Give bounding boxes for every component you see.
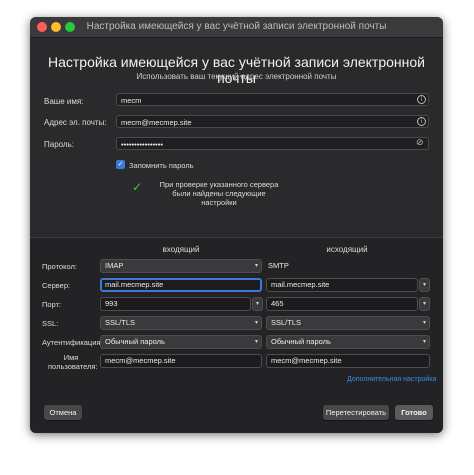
username-label: Имя пользователя: — [48, 353, 98, 371]
email-value: mecm@mecmep.site — [121, 118, 192, 127]
incoming-auth-select[interactable]: Обычный пароль ▾ — [100, 335, 262, 349]
outgoing-protocol-value: SMTP — [268, 261, 289, 270]
settings-found-notice: При проверке указанного сервера были най… — [159, 180, 279, 207]
remember-password-label: Запомнить пароль — [129, 161, 194, 170]
name-value: mecm — [121, 96, 142, 105]
outgoing-header: исходящий — [326, 245, 368, 254]
incoming-protocol-value: IMAP — [105, 261, 124, 270]
incoming-server-value: mail.mecmep.site — [105, 280, 164, 289]
advanced-settings-link[interactable]: Дополнительная настройка — [347, 376, 436, 383]
chevron-updown-icon: ▾ — [254, 338, 258, 345]
email-field[interactable]: mecm@mecmep.site — [116, 115, 429, 128]
outgoing-auth-value: Обычный пароль — [271, 337, 331, 346]
incoming-port-input[interactable]: 993 — [100, 297, 251, 311]
info-icon[interactable]: i — [417, 117, 426, 126]
email-label: Адрес эл. почты: — [44, 118, 107, 127]
incoming-server-input[interactable]: mail.mecmep.site — [100, 278, 262, 292]
outgoing-server-input[interactable]: mail.mecmep.site — [266, 278, 418, 292]
outgoing-username-input[interactable]: mecm@mecmep.site — [266, 354, 430, 368]
incoming-ssl-value: SSL/TLS — [105, 318, 136, 327]
chevron-updown-icon: ▾ — [422, 338, 426, 345]
ssl-label: SSL: — [42, 319, 59, 328]
page-title: Настройка имеющейся у вас учётной записи… — [48, 54, 425, 86]
incoming-port-value: 993 — [105, 299, 118, 308]
page-subtitle: Использовать ваш текущий адрес электронн… — [136, 72, 337, 81]
info-icon[interactable]: i — [417, 95, 426, 104]
chevron-updown-icon: ▾ — [422, 319, 426, 326]
chevron-updown-icon: ▾ — [254, 262, 258, 269]
retest-button[interactable]: Перетестировать — [323, 405, 389, 420]
outgoing-username-value: mecm@mecmep.site — [271, 356, 342, 365]
outgoing-port-input[interactable]: 465 — [266, 297, 418, 311]
title-bar: Настройка имеющейся у вас учётной записи… — [30, 17, 443, 38]
name-label: Ваше имя: — [44, 97, 84, 106]
incoming-ssl-select[interactable]: SSL/TLS ▾ — [100, 316, 262, 330]
outgoing-ssl-select[interactable]: SSL/TLS ▾ — [266, 316, 430, 330]
checkmark-icon: ✓ — [132, 180, 143, 194]
incoming-header: входящий — [162, 245, 200, 254]
password-field[interactable]: •••••••••••••••• — [116, 137, 429, 150]
password-label: Пароль: — [44, 140, 74, 149]
chevron-updown-icon[interactable]: ▾ — [419, 278, 430, 292]
remember-password-checkbox[interactable]: ✓ — [116, 160, 125, 169]
chevron-updown-icon: ▾ — [254, 319, 258, 326]
chevron-updown-icon[interactable]: ▾ — [252, 297, 263, 311]
auth-label: Аутентификация: — [42, 338, 103, 347]
incoming-protocol-select[interactable]: IMAP ▾ — [100, 259, 262, 273]
eye-slash-icon[interactable]: ⊘ — [416, 139, 424, 148]
name-field[interactable]: mecm — [116, 93, 429, 106]
account-setup-window: Настройка имеющейся у вас учётной записи… — [30, 17, 443, 433]
incoming-username-input[interactable]: mecm@mecmep.site — [100, 354, 262, 368]
window-title: Настройка имеющейся у вас учётной записи… — [86, 21, 387, 32]
outgoing-server-value: mail.mecmep.site — [271, 280, 330, 289]
incoming-auth-value: Обычный пароль — [105, 337, 165, 346]
chevron-updown-icon[interactable]: ▾ — [419, 297, 430, 311]
protocol-label: Протокол: — [42, 262, 77, 271]
incoming-username-value: mecm@mecmep.site — [105, 356, 176, 365]
password-value: •••••••••••••••• — [121, 140, 164, 149]
server-label: Сервер: — [42, 281, 71, 290]
outgoing-auth-select[interactable]: Обычный пароль ▾ — [266, 335, 430, 349]
port-label: Порт: — [42, 300, 62, 309]
server-settings-panel: входящий исходящий Протокол: IMAP ▾ SMTP… — [30, 237, 443, 433]
cancel-button[interactable]: Отмена — [44, 405, 82, 420]
outgoing-ssl-value: SSL/TLS — [271, 318, 302, 327]
outgoing-port-value: 465 — [271, 299, 284, 308]
done-button[interactable]: Готово — [395, 405, 433, 420]
